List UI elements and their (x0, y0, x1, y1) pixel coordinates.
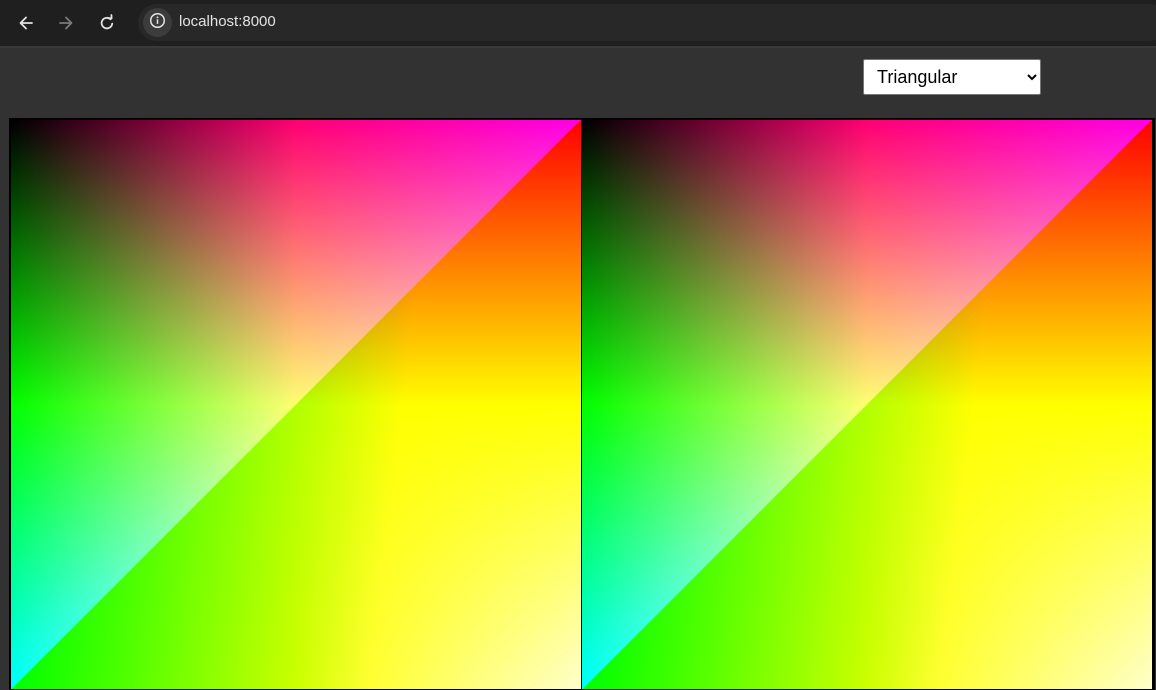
color-gradient-canvas-left[interactable] (11, 120, 581, 689)
reload-button[interactable] (91, 7, 123, 39)
back-button[interactable] (10, 7, 42, 39)
arrow-left-icon (17, 14, 35, 32)
page-content: Triangular (0, 48, 1156, 690)
forward-button[interactable] (50, 7, 82, 39)
address-bar[interactable]: localhost:8000 (138, 4, 1156, 41)
color-gradient-canvas-right[interactable] (582, 120, 1152, 689)
site-info-button[interactable] (143, 8, 172, 37)
info-icon (149, 12, 166, 34)
browser-toolbar: localhost:8000 (0, 0, 1156, 48)
url-text: localhost:8000 (179, 13, 276, 30)
canvas-frame (9, 118, 1155, 690)
arrow-right-icon (57, 14, 75, 32)
reload-icon (98, 14, 116, 32)
mode-select[interactable]: Triangular (863, 59, 1041, 95)
